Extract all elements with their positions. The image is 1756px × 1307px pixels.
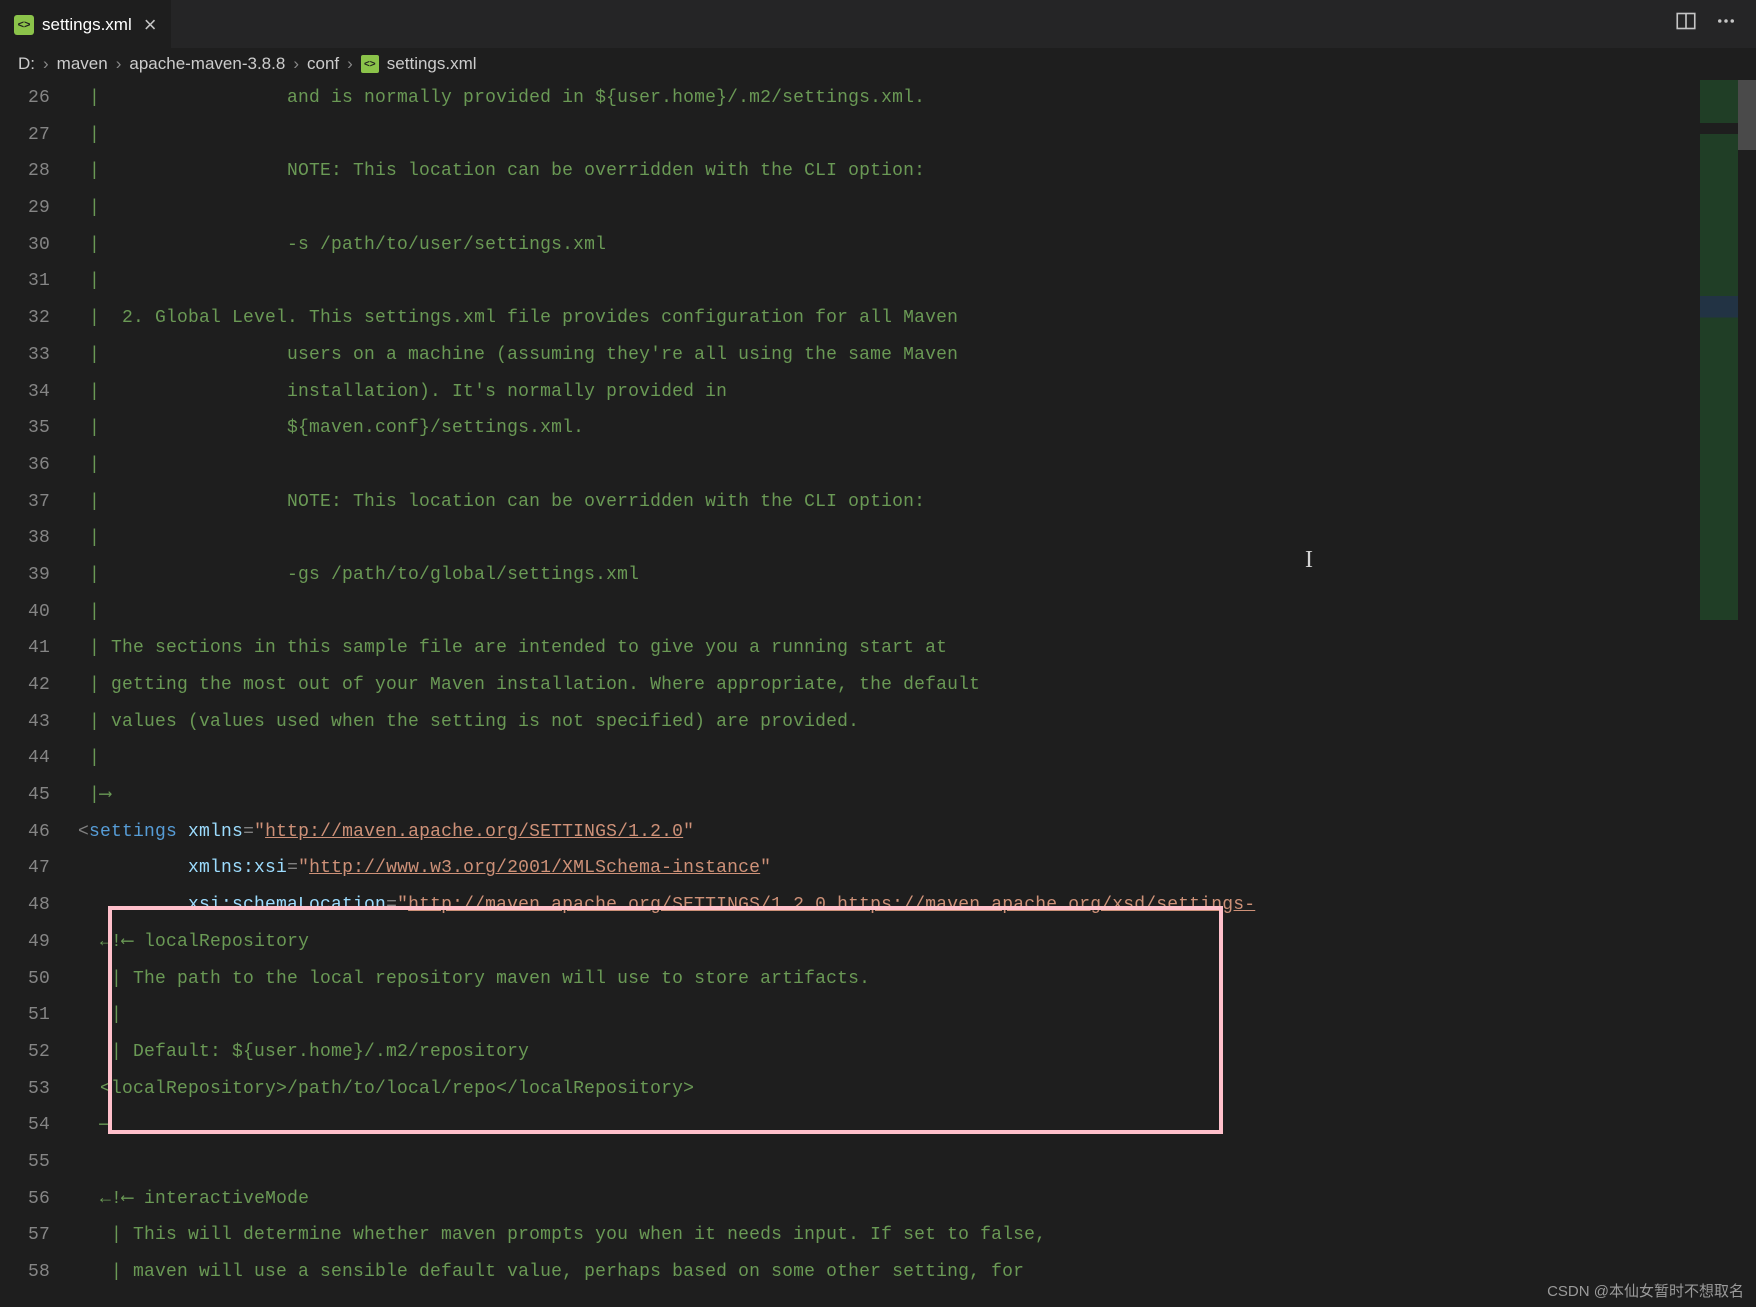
xml-file-icon: <> (14, 15, 34, 35)
code-line[interactable]: | (78, 190, 1756, 227)
breadcrumb-item[interactable]: apache-maven-3.8.8 (129, 54, 285, 74)
watermark-text: CSDN @本仙女暂时不想取名 (1547, 1280, 1744, 1301)
line-number: 31 (0, 263, 50, 300)
line-number: 58 (0, 1254, 50, 1291)
code-line[interactable]: | (78, 594, 1756, 631)
code-line[interactable]: | (78, 447, 1756, 484)
line-number: 47 (0, 850, 50, 887)
line-number: 57 (0, 1217, 50, 1254)
line-number: 43 (0, 704, 50, 741)
tab-settings-xml[interactable]: <> settings.xml × (0, 0, 171, 48)
code-line[interactable]: | This will determine whether maven prom… (78, 1217, 1756, 1254)
vertical-scrollbar[interactable] (1738, 80, 1756, 1307)
code-line[interactable]: xmlns:xsi="http://www.w3.org/2001/XMLSch… (78, 850, 1756, 887)
xml-file-icon: <> (361, 55, 379, 73)
code-line[interactable]: <localRepository>/path/to/local/repo</lo… (78, 1071, 1756, 1108)
line-number: 48 (0, 887, 50, 924)
line-number: 32 (0, 300, 50, 337)
breadcrumbs[interactable]: D:› maven› apache-maven-3.8.8› conf› <> … (0, 48, 1756, 80)
code-line[interactable]: | 2. Global Level. This settings.xml fil… (78, 300, 1756, 337)
close-icon[interactable]: × (144, 14, 157, 36)
code-content[interactable]: | and is normally provided in ${user.hom… (78, 80, 1756, 1307)
line-number: 38 (0, 520, 50, 557)
chevron-right-icon: › (43, 54, 49, 74)
code-line[interactable]: | (78, 117, 1756, 154)
code-line[interactable]: <settings xmlns="http://maven.apache.org… (78, 814, 1756, 851)
code-line[interactable]: | (78, 997, 1756, 1034)
breadcrumb-item[interactable]: settings.xml (387, 54, 477, 74)
code-line[interactable]: | The sections in this sample file are i… (78, 630, 1756, 667)
more-actions-icon[interactable] (1716, 11, 1736, 37)
line-number: 45 (0, 777, 50, 814)
code-line[interactable]: |⟶ (78, 777, 1756, 814)
line-number: 51 (0, 997, 50, 1034)
code-line[interactable] (78, 1144, 1756, 1181)
line-number: 40 (0, 594, 50, 631)
line-number: 55 (0, 1144, 50, 1181)
code-line[interactable]: | -s /path/to/user/settings.xml (78, 227, 1756, 264)
editor-actions (1676, 11, 1756, 37)
code-editor[interactable]: 2627282930313233343536373839404142434445… (0, 80, 1756, 1307)
tab-title: settings.xml (42, 15, 132, 35)
line-number: 53 (0, 1071, 50, 1108)
line-number-gutter: 2627282930313233343536373839404142434445… (0, 80, 78, 1307)
chevron-right-icon: › (116, 54, 122, 74)
line-number: 50 (0, 961, 50, 998)
code-line[interactable]: | (78, 263, 1756, 300)
code-line[interactable]: xsi:schemaLocation="http://maven.apache.… (78, 887, 1756, 924)
code-line[interactable]: | Default: ${user.home}/.m2/repository (78, 1034, 1756, 1071)
line-number: 52 (0, 1034, 50, 1071)
line-number: 33 (0, 337, 50, 374)
split-editor-icon[interactable] (1676, 11, 1696, 37)
chevron-right-icon: › (347, 54, 353, 74)
code-line[interactable]: | (78, 520, 1756, 557)
code-line[interactable]: ←!⟵ interactiveMode (78, 1181, 1756, 1218)
code-line[interactable]: | The path to the local repository maven… (78, 961, 1756, 998)
line-number: 41 (0, 630, 50, 667)
code-line[interactable]: | ${maven.conf}/settings.xml. (78, 410, 1756, 447)
scrollbar-thumb[interactable] (1738, 80, 1756, 150)
code-line[interactable]: | getting the most out of your Maven ins… (78, 667, 1756, 704)
line-number: 34 (0, 374, 50, 411)
line-number: 39 (0, 557, 50, 594)
breadcrumb-item[interactable]: conf (307, 54, 339, 74)
code-line[interactable]: ⟶ (78, 1107, 1756, 1144)
line-number: 37 (0, 484, 50, 521)
tabs-container: <> settings.xml × (0, 0, 171, 48)
line-number: 35 (0, 410, 50, 447)
breadcrumb-item[interactable]: maven (57, 54, 108, 74)
line-number: 44 (0, 740, 50, 777)
line-number: 30 (0, 227, 50, 264)
code-line[interactable]: ←!⟵ localRepository (78, 924, 1756, 961)
line-number: 26 (0, 80, 50, 117)
line-number: 42 (0, 667, 50, 704)
code-line[interactable]: | NOTE: This location can be overridden … (78, 153, 1756, 190)
line-number: 29 (0, 190, 50, 227)
code-line[interactable]: | maven will use a sensible default valu… (78, 1254, 1756, 1291)
code-line[interactable]: | (78, 740, 1756, 777)
breadcrumb-item[interactable]: D: (18, 54, 35, 74)
tab-bar: <> settings.xml × (0, 0, 1756, 48)
line-number: 46 (0, 814, 50, 851)
code-line[interactable]: | values (values used when the setting i… (78, 704, 1756, 741)
line-number: 27 (0, 117, 50, 154)
line-number: 36 (0, 447, 50, 484)
code-line[interactable]: | installation). It's normally provided … (78, 374, 1756, 411)
line-number: 28 (0, 153, 50, 190)
code-line[interactable]: | NOTE: This location can be overridden … (78, 484, 1756, 521)
code-line[interactable]: | and is normally provided in ${user.hom… (78, 80, 1756, 117)
line-number: 56 (0, 1181, 50, 1218)
chevron-right-icon: › (293, 54, 299, 74)
code-line[interactable]: | -gs /path/to/global/settings.xml (78, 557, 1756, 594)
line-number: 49 (0, 924, 50, 961)
line-number: 54 (0, 1107, 50, 1144)
code-line[interactable]: | users on a machine (assuming they're a… (78, 337, 1756, 374)
